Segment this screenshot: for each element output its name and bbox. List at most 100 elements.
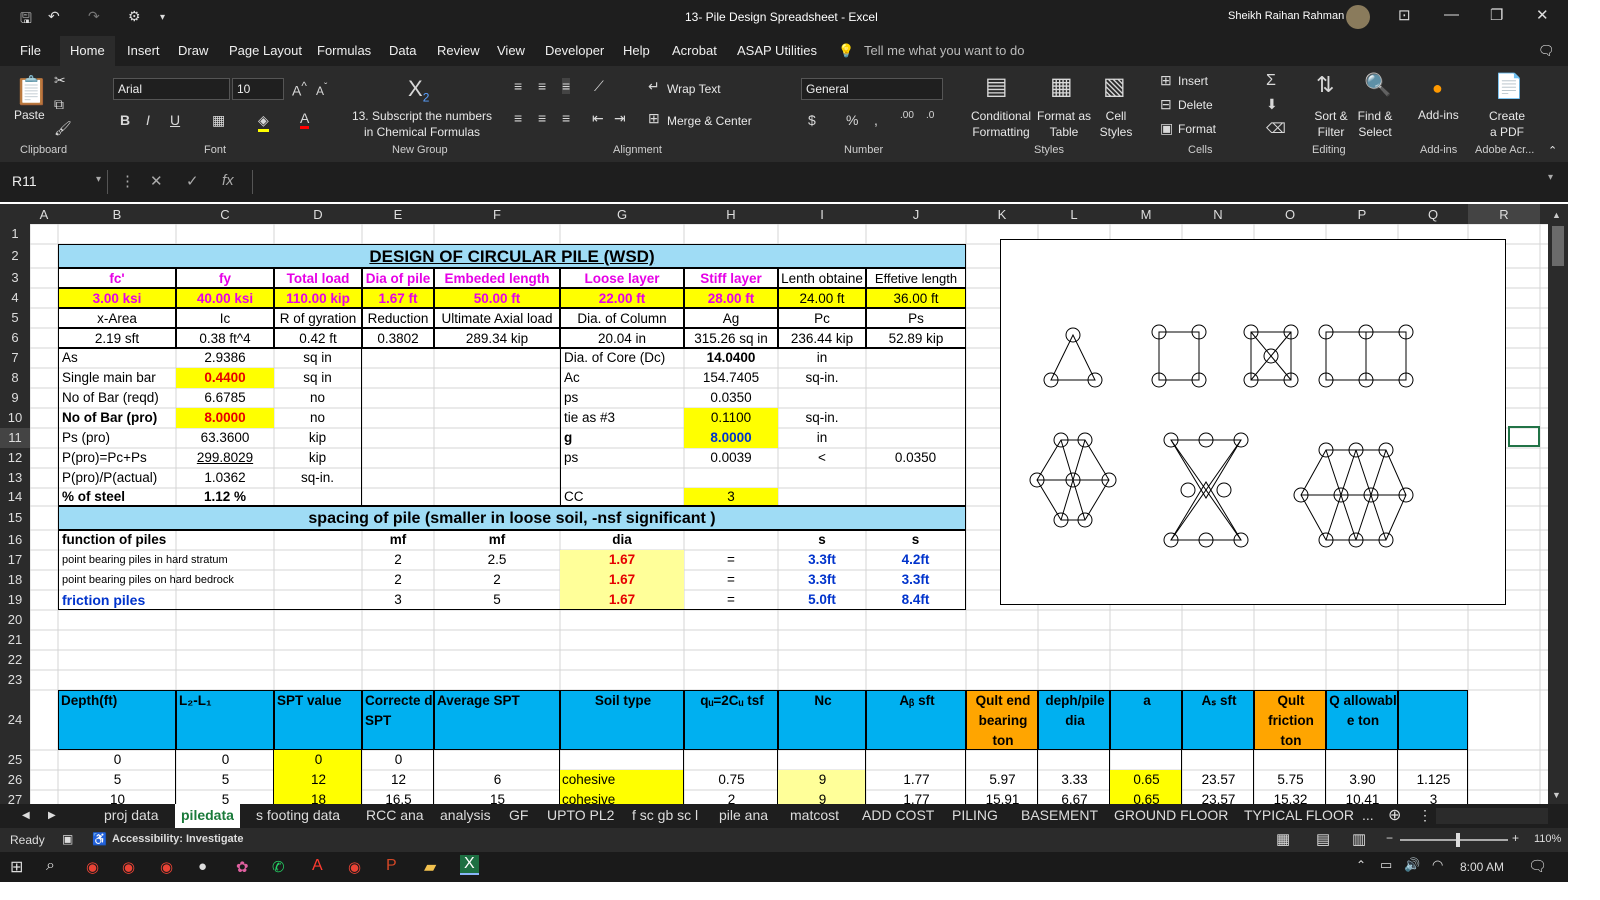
minimize-icon[interactable]: — <box>1444 6 1459 23</box>
table-cell[interactable]: 1.77 <box>866 770 966 790</box>
table-cell[interactable]: 0 <box>58 750 176 770</box>
row-unit[interactable]: kip <box>274 448 362 468</box>
table-header[interactable]: Average SPT <box>434 690 560 750</box>
mf-header[interactable]: mf <box>362 530 434 550</box>
table-header[interactable]: Correcte d SPT <box>362 690 434 750</box>
s-value[interactable]: 5.0ft <box>778 590 866 610</box>
row-header[interactable]: 25 <box>0 750 30 770</box>
header-cell[interactable]: Ps <box>866 308 966 328</box>
s-value[interactable]: 3.3ft <box>866 570 966 590</box>
table-header[interactable]: Qult friction ton <box>1254 690 1326 750</box>
clock[interactable]: 8:00 AM <box>1460 860 1504 874</box>
row-header[interactable]: 12 <box>0 448 30 468</box>
redo-icon[interactable]: ↷ <box>88 8 100 25</box>
row-label[interactable]: tie as #3 <box>560 408 684 428</box>
row-unit[interactable]: sq in <box>274 348 362 368</box>
enter-icon[interactable]: ✓ <box>186 172 199 190</box>
table-cell[interactable]: 6.67 <box>1038 790 1110 804</box>
table-cell[interactable]: 15 <box>434 790 560 804</box>
underline-icon[interactable]: U <box>170 112 180 128</box>
delete-cells-icon[interactable]: ⊟ <box>1160 96 1172 113</box>
formula-input[interactable] <box>252 170 1536 194</box>
chrome-icon[interactable]: ◉ <box>86 858 99 876</box>
chrome-icon[interactable]: ◉ <box>122 858 135 876</box>
row-header[interactable]: 9 <box>0 388 30 408</box>
row-header[interactable]: 14 <box>0 488 30 506</box>
format-cells-icon[interactable]: ▣ <box>1160 120 1173 137</box>
row-header[interactable]: 3 <box>0 268 30 288</box>
tab-s-footing-data[interactable]: s footing data <box>256 807 340 823</box>
table-cell[interactable]: 5.97 <box>966 770 1038 790</box>
row-label[interactable]: ps <box>560 448 684 468</box>
page-layout-view-icon[interactable]: ▤ <box>1316 830 1330 848</box>
tab-more[interactable]: ... <box>1362 807 1374 823</box>
wifi-icon[interactable]: ◠ <box>1432 857 1443 873</box>
copy-icon[interactable]: ⧉ <box>54 96 64 113</box>
col-header[interactable]: Q <box>1398 207 1468 222</box>
undo-icon[interactable]: ↶ <box>48 8 60 25</box>
row-header[interactable]: 23 <box>0 670 30 690</box>
table-cell[interactable] <box>1254 750 1326 770</box>
tab-typical-floor[interactable]: TYPICAL FLOOR <box>1244 807 1354 823</box>
header-cell[interactable]: fc' <box>58 268 176 288</box>
table-header[interactable]: Aₛ sft <box>1182 690 1254 750</box>
menu-home[interactable]: Home <box>60 36 115 66</box>
align-right-icon[interactable]: ≡ <box>562 110 570 126</box>
table-cell[interactable]: cohesive <box>560 790 684 804</box>
menu-developer[interactable]: Developer <box>545 43 604 58</box>
row-value[interactable]: 6.6785 <box>176 388 274 408</box>
tab-upto-pl2[interactable]: UPTO PL2 <box>547 807 614 823</box>
bold-icon[interactable]: B <box>120 112 130 128</box>
table-cell[interactable]: 5 <box>176 790 274 804</box>
row-label[interactable] <box>560 468 684 488</box>
table-header[interactable]: SPT value <box>274 690 362 750</box>
row-header[interactable]: 11 <box>0 428 30 448</box>
name-box[interactable]: R11 <box>6 170 108 194</box>
battery-icon[interactable]: ▭ <box>1380 857 1392 873</box>
row-label[interactable]: ps <box>560 388 684 408</box>
merge-center-button[interactable]: Merge & Center <box>667 114 752 128</box>
row-unit[interactable]: no <box>274 388 362 408</box>
table-cell[interactable] <box>866 750 966 770</box>
value-cell[interactable]: 315.26 sq in <box>684 328 778 348</box>
table-cell[interactable] <box>778 750 866 770</box>
table-cell[interactable]: 3.33 <box>1038 770 1110 790</box>
find-select-button[interactable]: Find & Select <box>1352 108 1398 140</box>
insert-function-icon[interactable]: fx <box>222 172 234 189</box>
mf-value[interactable]: 5 <box>434 590 560 610</box>
table-cell[interactable]: 18 <box>274 790 362 804</box>
row-unit[interactable]: sq in <box>274 368 362 388</box>
increase-indent-icon[interactable]: ⇥ <box>614 110 626 127</box>
input-value-cell[interactable]: 1.67 ft <box>362 288 434 308</box>
table-cell[interactable]: 0.65 <box>1110 770 1182 790</box>
value-cell[interactable]: 0.42 ft <box>274 328 362 348</box>
tab-proj-data[interactable]: proj data <box>104 807 158 823</box>
header-cell[interactable]: Total load <box>274 268 362 288</box>
row-unit[interactable]: sq-in. <box>778 368 866 388</box>
input-value-cell[interactable]: 24.00 ft <box>778 288 866 308</box>
input-value-cell[interactable]: 36.00 ft <box>866 288 966 308</box>
row-header[interactable]: 5 <box>0 308 30 328</box>
zoom-out-icon[interactable]: − <box>1386 831 1393 845</box>
scroll-up-icon[interactable]: ▲ <box>1552 210 1561 220</box>
create-pdf-button[interactable]: Create a PDF <box>1484 108 1530 140</box>
row-value[interactable]: 154.7405 <box>684 368 778 388</box>
table-cell[interactable] <box>966 750 1038 770</box>
scroll-thumb[interactable] <box>1552 226 1564 266</box>
merge-icon[interactable]: ⊞ <box>648 110 660 127</box>
customize-icon[interactable]: ⚙ <box>128 8 141 25</box>
whatsapp-icon[interactable]: ✆ <box>272 858 285 876</box>
comments-icon[interactable]: 🗨 <box>1538 43 1555 59</box>
mf-value[interactable]: 2.5 <box>434 550 560 570</box>
menu-page-layout[interactable]: Page Layout <box>229 43 302 58</box>
format-as-table-icon[interactable]: ▦ <box>1050 72 1073 101</box>
cell-styles-icon[interactable]: ▧ <box>1103 72 1126 101</box>
table-cell[interactable]: cohesive <box>560 770 684 790</box>
close-icon[interactable]: ✕ <box>1536 6 1549 24</box>
clear-icon[interactable]: ⌫ <box>1266 120 1286 137</box>
font-color-icon[interactable]: A <box>300 110 310 129</box>
row-header[interactable]: 19 <box>0 590 30 610</box>
table-header[interactable]: Depth(ft) <box>58 690 176 750</box>
header-cell[interactable]: Loose layer <box>560 268 684 288</box>
restore-icon[interactable]: ❐ <box>1490 6 1503 24</box>
